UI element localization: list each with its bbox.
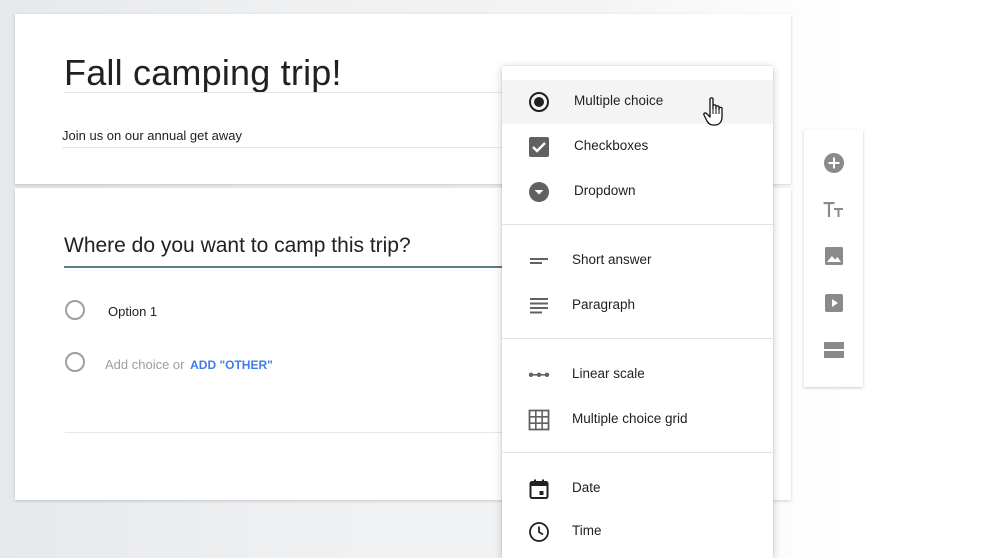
menu-item-label: Short answer <box>572 252 652 267</box>
menu-divider <box>502 338 773 339</box>
menu-item-label: Linear scale <box>572 366 645 381</box>
add-choice-row: Add choice or ADD "OTHER" <box>105 357 273 372</box>
radio-checked-icon <box>527 91 551 113</box>
calendar-icon <box>527 478 551 500</box>
hand-cursor-icon <box>703 97 723 126</box>
checkbox-icon <box>527 136 551 158</box>
menu-divider <box>502 452 773 453</box>
add-title-button[interactable] <box>804 188 863 232</box>
menu-item-linear-scale[interactable]: Linear scale <box>502 353 773 397</box>
dropdown-icon <box>527 181 551 203</box>
section-icon <box>823 342 844 358</box>
add-question-button[interactable] <box>804 141 863 185</box>
title-underline <box>64 92 534 93</box>
grid-icon <box>527 409 551 431</box>
menu-item-multiple-choice[interactable]: Multiple choice <box>502 80 773 124</box>
form-title[interactable]: Fall camping trip! <box>64 52 342 94</box>
paragraph-icon <box>527 295 551 317</box>
menu-item-label: Multiple choice grid <box>572 411 688 426</box>
menu-item-label: Multiple choice <box>574 93 664 108</box>
menu-item-short-answer[interactable]: Short answer <box>502 239 773 283</box>
question-title-underline <box>64 266 524 268</box>
menu-item-checkboxes[interactable]: Checkboxes <box>502 125 773 169</box>
short-answer-icon <box>527 250 551 272</box>
add-choice-radio-icon <box>65 352 85 372</box>
title-text-icon <box>823 202 843 217</box>
clock-icon <box>527 521 551 543</box>
menu-item-label: Time <box>572 523 602 538</box>
option-1-radio-icon <box>65 300 85 320</box>
menu-item-paragraph[interactable]: Paragraph <box>502 284 773 328</box>
form-description[interactable]: Join us on our annual get away <box>62 128 242 143</box>
add-section-button[interactable] <box>804 328 863 372</box>
add-question-icon <box>823 153 844 173</box>
menu-item-multiple-choice-grid[interactable]: Multiple choice grid <box>502 398 773 442</box>
option-1-label[interactable]: Option 1 <box>108 304 157 319</box>
linear-scale-icon <box>527 364 551 386</box>
question-title-input[interactable]: Where do you want to camp this trip? <box>64 234 411 258</box>
menu-item-label: Paragraph <box>572 297 636 312</box>
add-other-link[interactable]: ADD "OTHER" <box>190 358 273 372</box>
image-icon <box>824 247 843 265</box>
menu-item-date[interactable]: Date <box>502 467 773 511</box>
menu-item-dropdown[interactable]: Dropdown <box>502 170 773 214</box>
menu-item-label: Checkboxes <box>574 138 649 153</box>
menu-item-label: Dropdown <box>574 183 636 198</box>
add-choice-text[interactable]: Add choice or <box>105 357 185 372</box>
question-type-menu: Multiple choice Checkboxes Dropdown Shor… <box>502 66 773 558</box>
menu-divider <box>502 224 773 225</box>
question-footer-divider <box>65 432 525 433</box>
add-video-button[interactable] <box>804 281 863 325</box>
description-underline <box>62 147 532 148</box>
side-toolbar <box>804 130 863 387</box>
menu-item-time[interactable]: Time <box>502 510 773 554</box>
menu-item-label: Date <box>572 480 601 495</box>
add-image-button[interactable] <box>804 234 863 278</box>
video-icon <box>824 294 843 312</box>
